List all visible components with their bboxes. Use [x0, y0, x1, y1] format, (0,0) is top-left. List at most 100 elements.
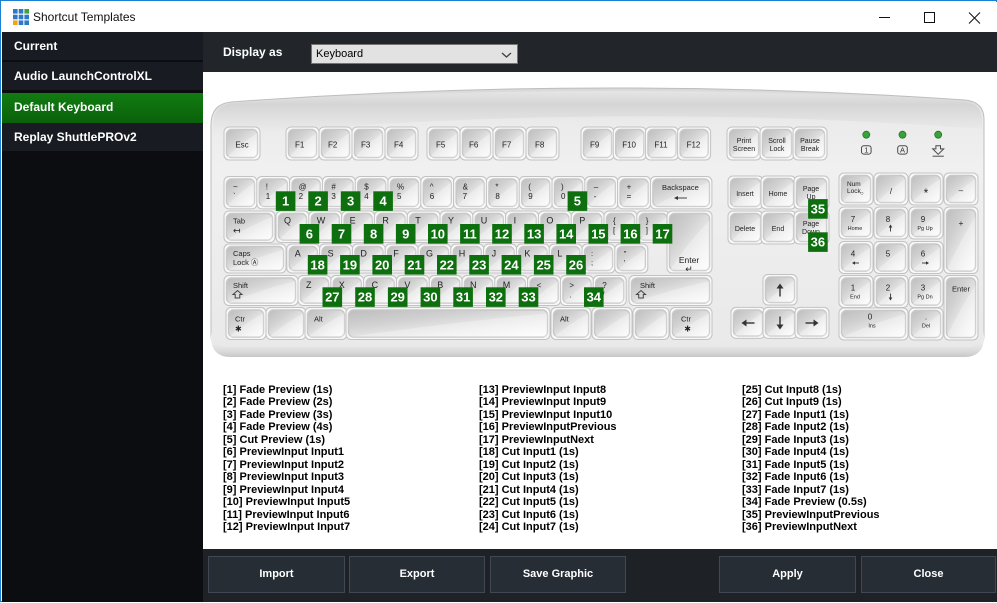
svg-text:2: 2 — [314, 194, 321, 209]
svg-text:35: 35 — [811, 201, 825, 216]
svg-text:18: 18 — [310, 257, 324, 272]
svg-text:1: 1 — [864, 146, 868, 155]
svg-text:0: 0 — [868, 313, 873, 322]
svg-text:6: 6 — [430, 192, 435, 201]
svg-text:A: A — [900, 146, 905, 155]
svg-text:F1: F1 — [295, 141, 305, 150]
svg-text:Y: Y — [448, 216, 454, 226]
svg-text:$: $ — [364, 183, 369, 192]
svg-text:Ins: Ins — [868, 324, 876, 330]
svg-text:": " — [624, 249, 627, 258]
svg-text:–: – — [594, 183, 599, 192]
svg-text:*: * — [495, 183, 498, 192]
svg-text:15: 15 — [591, 226, 605, 241]
svg-text:Home: Home — [848, 226, 863, 232]
svg-text:Pg Dn: Pg Dn — [917, 295, 932, 301]
svg-text:9: 9 — [528, 192, 533, 201]
svg-text:F4: F4 — [394, 141, 404, 150]
svg-text:Esc: Esc — [235, 141, 248, 150]
svg-text:16: 16 — [623, 226, 637, 241]
svg-text:12: 12 — [495, 226, 509, 241]
svg-text:Pg Up: Pg Up — [917, 226, 932, 232]
svg-text:3: 3 — [331, 192, 336, 201]
svg-text:Page: Page — [803, 186, 819, 193]
svg-text:27: 27 — [325, 290, 339, 305]
svg-text:↤: ↤ — [233, 226, 241, 236]
svg-text:3: 3 — [347, 194, 354, 209]
svg-text:Enter: Enter — [952, 285, 970, 294]
svg-text:F10: F10 — [622, 141, 636, 150]
svg-text:13: 13 — [527, 226, 541, 241]
svg-text:○: ○ — [860, 191, 864, 197]
svg-text:Ctr: Ctr — [681, 315, 692, 324]
svg-text:End: End — [772, 226, 785, 233]
svg-text:F2: F2 — [328, 141, 338, 150]
svg-text:+: + — [627, 183, 632, 192]
svg-text:6: 6 — [306, 226, 313, 241]
svg-text:3: 3 — [921, 284, 926, 293]
svg-text:End: End — [850, 295, 860, 301]
svg-text:D: D — [360, 249, 367, 259]
svg-text:Z: Z — [306, 280, 312, 290]
svg-text:@: @ — [299, 183, 307, 192]
svg-text:Screen: Screen — [733, 146, 755, 153]
svg-text:Ctr: Ctr — [235, 315, 246, 324]
svg-text:{: { — [613, 217, 616, 226]
svg-text:5: 5 — [574, 194, 581, 209]
svg-text:17: 17 — [655, 226, 669, 241]
svg-text:19: 19 — [343, 257, 357, 272]
svg-text:7: 7 — [463, 192, 468, 201]
svg-text:+: + — [959, 218, 964, 228]
svg-text:Delete: Delete — [735, 226, 755, 233]
svg-text:–: – — [959, 186, 964, 195]
svg-text:↵: ↵ — [685, 264, 693, 274]
svg-text:26: 26 — [569, 257, 583, 272]
svg-text:F5: F5 — [436, 141, 446, 150]
svg-text:P: P — [579, 216, 585, 226]
svg-text:Insert: Insert — [736, 191, 754, 198]
svg-text:!: ! — [266, 183, 268, 192]
svg-text:24: 24 — [504, 257, 519, 272]
svg-text:K: K — [524, 249, 530, 259]
svg-text:28: 28 — [358, 290, 372, 305]
svg-text:7: 7 — [851, 215, 856, 224]
svg-text:]: ] — [646, 226, 648, 235]
svg-text:*: * — [924, 186, 929, 200]
svg-text:F12: F12 — [687, 141, 701, 150]
svg-text:Page: Page — [803, 221, 819, 228]
svg-text:;: ; — [591, 258, 593, 267]
svg-text:U: U — [481, 216, 488, 226]
svg-text:I: I — [514, 216, 517, 226]
svg-text:Alt: Alt — [560, 315, 570, 324]
svg-text:Tab: Tab — [233, 217, 245, 226]
svg-text:20: 20 — [375, 257, 389, 272]
svg-text:9: 9 — [921, 215, 926, 224]
svg-text:F6: F6 — [469, 141, 479, 150]
svg-text:F8: F8 — [535, 141, 545, 150]
svg-text:✱: ✱ — [235, 325, 242, 334]
svg-text:F11: F11 — [654, 141, 668, 150]
svg-text:34: 34 — [587, 290, 602, 305]
svg-text:}: } — [646, 217, 649, 226]
svg-text:>: > — [569, 281, 574, 290]
svg-text:8: 8 — [886, 215, 891, 224]
svg-text:T: T — [415, 216, 421, 226]
svg-text:`: ` — [233, 192, 236, 201]
svg-text:4: 4 — [851, 250, 856, 259]
svg-text:.: . — [569, 291, 571, 300]
svg-text:32: 32 — [489, 290, 503, 305]
svg-text:29: 29 — [390, 290, 404, 305]
svg-text:1: 1 — [282, 194, 289, 209]
svg-text:L: L — [557, 249, 562, 259]
svg-text:Q: Q — [284, 216, 291, 226]
svg-text:R: R — [382, 216, 389, 226]
svg-text:Backspace: Backspace — [662, 183, 699, 192]
svg-text:2: 2 — [299, 192, 304, 201]
svg-text:7: 7 — [338, 226, 345, 241]
svg-text:5: 5 — [397, 192, 402, 201]
svg-text:9: 9 — [402, 226, 409, 241]
svg-text:21: 21 — [407, 257, 421, 272]
svg-text:F9: F9 — [590, 141, 600, 150]
svg-text:Caps: Caps — [233, 249, 251, 258]
svg-text:~: ~ — [233, 183, 238, 192]
